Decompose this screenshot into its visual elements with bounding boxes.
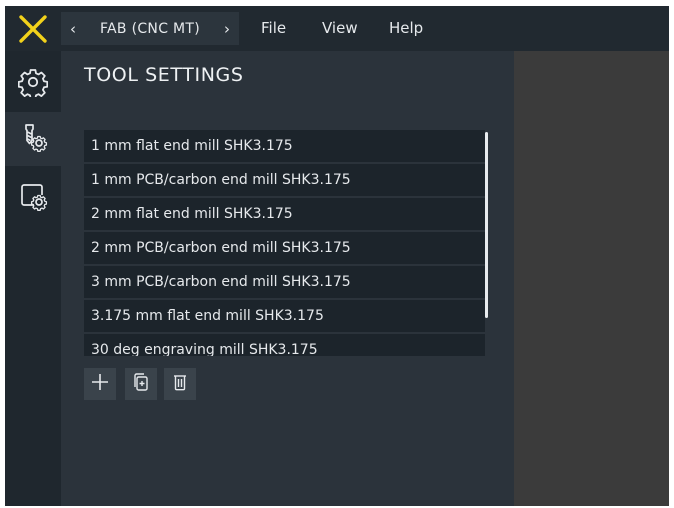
- chevron-right-icon[interactable]: ›: [215, 20, 239, 38]
- gear-settings-icon: [17, 67, 49, 101]
- tool-list-item[interactable]: 3 mm PCB/carbon end mill SHK3.175: [84, 266, 485, 298]
- sidebar-item-general-settings[interactable]: [5, 57, 61, 111]
- tool-list-item[interactable]: 30 deg engraving mill SHK3.175: [84, 334, 485, 356]
- sidebar-item-tool-settings[interactable]: [5, 112, 61, 166]
- menu-file[interactable]: File: [261, 6, 286, 51]
- duplicate-tool-button[interactable]: [125, 368, 157, 400]
- viewport-pane: [514, 51, 669, 506]
- tool-list-item[interactable]: 1 mm flat end mill SHK3.175: [84, 130, 485, 162]
- delete-tool-button[interactable]: [164, 368, 196, 400]
- machine-settings-icon: [18, 181, 48, 215]
- top-bar: ‹ FAB (CNC MT) › File View Help: [5, 6, 669, 51]
- sidebar-item-machine-settings[interactable]: [5, 171, 61, 225]
- menu-view[interactable]: View: [322, 6, 358, 51]
- add-tool-button[interactable]: [84, 368, 116, 400]
- page-title: TOOL SETTINGS: [84, 64, 244, 86]
- add-icon: [90, 372, 110, 396]
- app-window: ‹ FAB (CNC MT) › File View Help TOOL SET…: [5, 6, 669, 506]
- tool-settings-icon: [18, 122, 48, 156]
- duplicate-icon: [131, 372, 151, 396]
- sidebar: [5, 51, 61, 506]
- tool-list-item[interactable]: 2 mm PCB/carbon end mill SHK3.175: [84, 232, 485, 264]
- tool-list-item[interactable]: 1 mm PCB/carbon end mill SHK3.175: [84, 164, 485, 196]
- chevron-left-icon[interactable]: ‹: [61, 20, 85, 38]
- tool-list-item[interactable]: 2 mm flat end mill SHK3.175: [84, 198, 485, 230]
- tool-list[interactable]: 1 mm flat end mill SHK3.175 1 mm PCB/car…: [84, 130, 490, 356]
- menu-help[interactable]: Help: [389, 6, 423, 51]
- breadcrumb: ‹ FAB (CNC MT) ›: [61, 12, 239, 45]
- breadcrumb-label[interactable]: FAB (CNC MT): [85, 21, 215, 37]
- tool-list-scrollbar[interactable]: [485, 132, 488, 318]
- x-logo-icon[interactable]: [5, 6, 61, 51]
- delete-icon: [170, 372, 190, 396]
- tool-list-item[interactable]: 3.175 mm flat end mill SHK3.175: [84, 300, 485, 332]
